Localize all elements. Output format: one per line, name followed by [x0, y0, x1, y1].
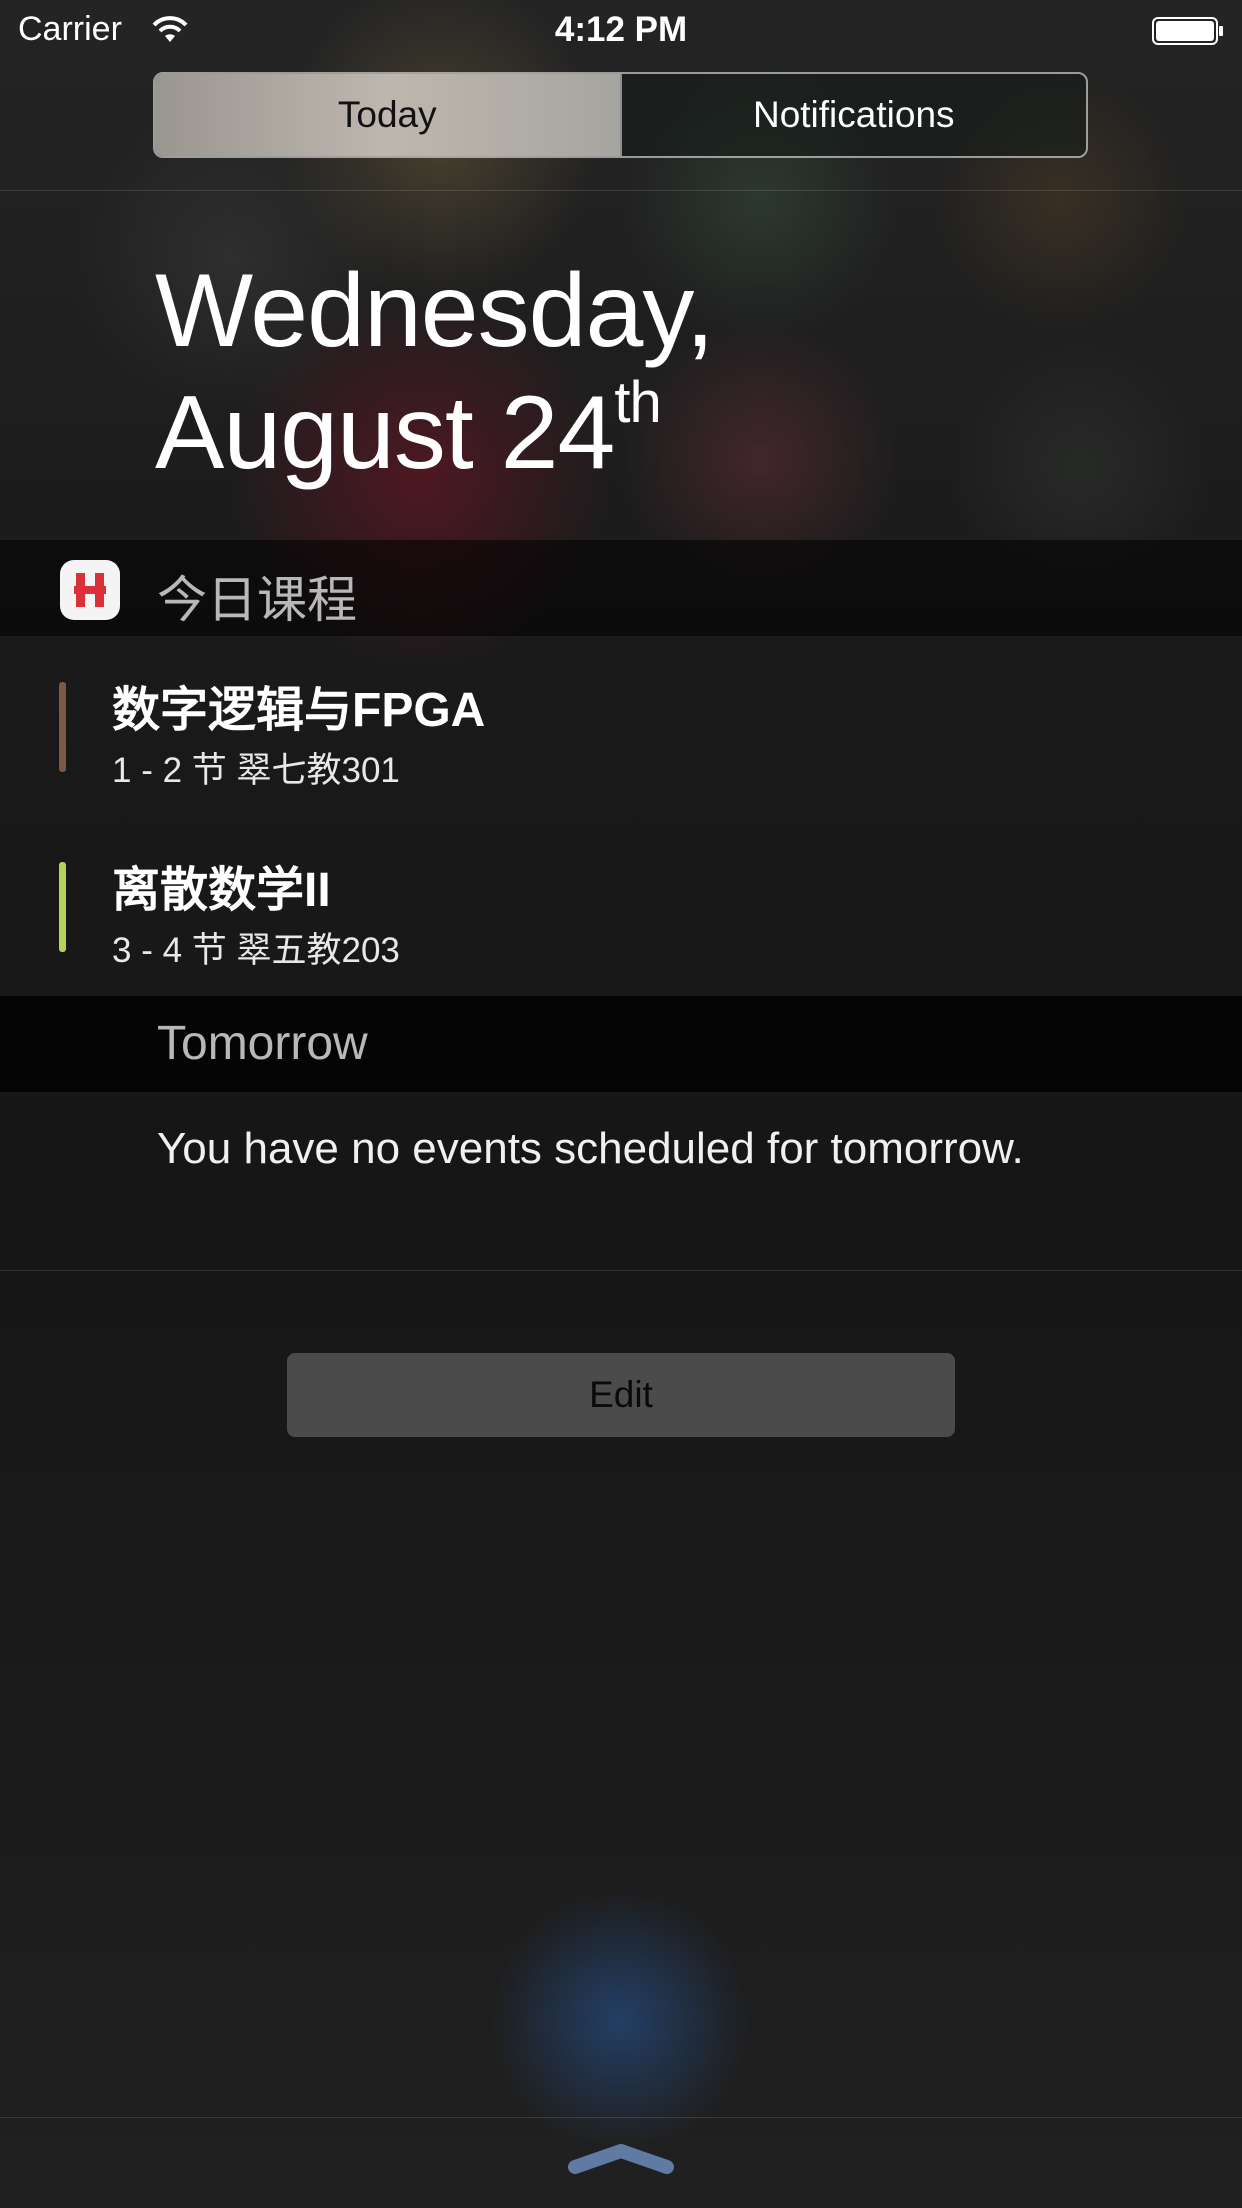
- h-app-icon: [60, 560, 120, 620]
- date-month-day-text: August 24: [155, 375, 615, 491]
- widget-title: 今日课程: [157, 572, 357, 628]
- tomorrow-label: Tomorrow: [157, 1017, 368, 1070]
- course-item[interactable]: 数字逻辑与FPGA 1 - 2 节 翠七教301: [0, 650, 1242, 820]
- tab-today[interactable]: Today: [155, 74, 620, 156]
- divider: [0, 190, 1242, 191]
- tab-notifications[interactable]: Notifications: [619, 74, 1086, 156]
- tomorrow-message: You have no events scheduled for tomorro…: [157, 1124, 1024, 1173]
- course-color-bar: [59, 682, 66, 772]
- course-item[interactable]: 离散数学II 3 - 4 节 翠五教203: [0, 830, 1242, 1000]
- tomorrow-header: Tomorrow: [0, 996, 1242, 1092]
- course-detail: 3 - 4 节 翠五教203: [112, 931, 400, 970]
- course-detail: 1 - 2 节 翠七教301: [112, 751, 400, 790]
- widget-header[interactable]: 今日课程: [0, 540, 1242, 636]
- clock: 4:12 PM: [554, 10, 688, 49]
- chevron-up-grabber-icon[interactable]: [567, 2140, 675, 2174]
- divider: [0, 2117, 1242, 2118]
- h-logo-icon: [74, 573, 106, 607]
- date-month-day: August 24th: [155, 372, 714, 494]
- course-color-bar: [59, 862, 66, 952]
- divider: [0, 1270, 1242, 1271]
- date-heading: Wednesday, August 24th: [155, 250, 714, 494]
- battery-icon: [1152, 17, 1223, 45]
- date-ordinal-suffix: th: [614, 370, 661, 436]
- today-notifications-segmented-control: Today Notifications: [153, 72, 1088, 158]
- date-weekday: Wednesday,: [155, 253, 714, 369]
- course-name: 数字逻辑与FPGA: [112, 684, 486, 737]
- status-bar: Carrier 4:12 PM: [0, 0, 1242, 60]
- course-name: 离散数学II: [112, 864, 331, 917]
- edit-button[interactable]: Edit: [287, 1353, 955, 1437]
